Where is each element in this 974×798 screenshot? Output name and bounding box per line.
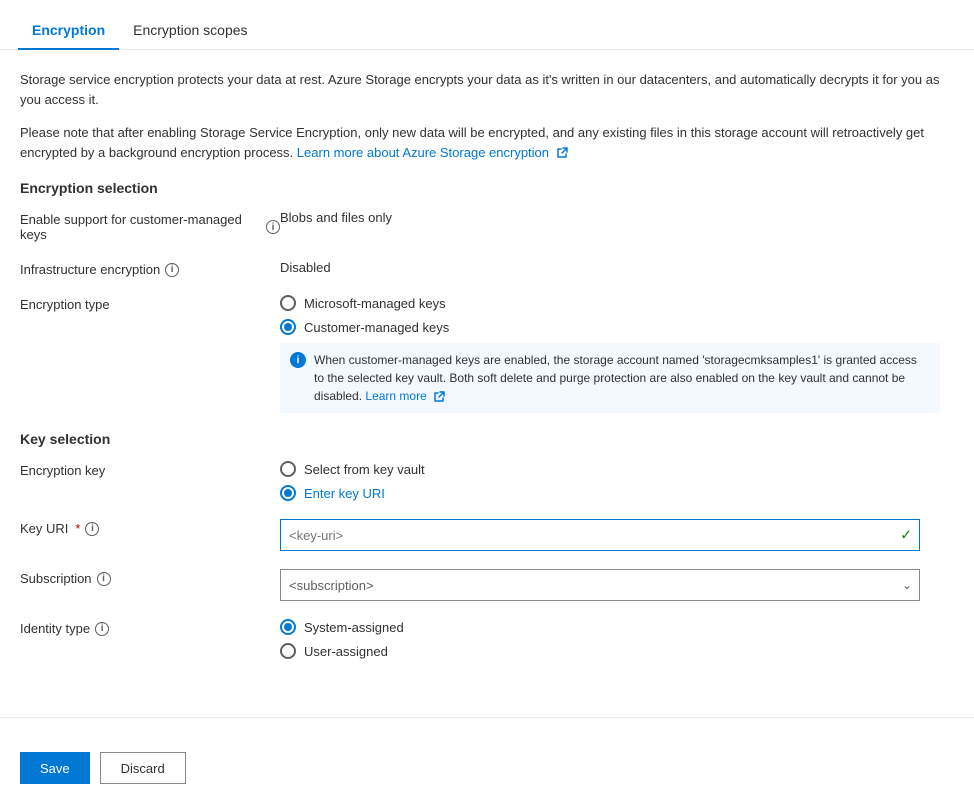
infrastructure-encryption-row: Infrastructure encryption i Disabled — [20, 260, 940, 277]
customer-managed-keys-option-label: Customer-managed keys — [304, 320, 449, 335]
key-uri-input-wrapper: ✓ — [280, 519, 920, 551]
enter-key-uri-option[interactable]: Enter key URI — [280, 485, 940, 501]
key-uri-required-star: * — [75, 521, 80, 536]
encryption-type-value: Microsoft-managed keys Customer-managed … — [280, 295, 940, 413]
description-line1: Storage service encryption protects your… — [20, 70, 940, 109]
action-divider — [0, 717, 974, 718]
select-from-key-vault-label: Select from key vault — [304, 462, 425, 477]
encryption-key-value: Select from key vault Enter key URI — [280, 461, 940, 501]
microsoft-managed-keys-option[interactable]: Microsoft-managed keys — [280, 295, 940, 311]
subscription-info-icon[interactable]: i — [97, 572, 111, 586]
identity-type-value: System-assigned User-assigned — [280, 619, 940, 659]
learn-more-link-text: Learn more — [365, 389, 426, 403]
customer-managed-keys-label: Enable support for customer-managed keys… — [20, 210, 280, 242]
description-line2: Please note that after enabling Storage … — [20, 123, 940, 162]
encryption-key-label: Encryption key — [20, 461, 280, 478]
customer-managed-keys-value: Blobs and files only — [280, 210, 940, 225]
subscription-select-wrapper: <subscription> ⌄ — [280, 569, 920, 601]
subscription-select[interactable]: <subscription> — [280, 569, 920, 601]
subscription-row: Subscription i <subscription> ⌄ — [20, 569, 940, 601]
user-assigned-label: User-assigned — [304, 644, 388, 659]
action-bar: Save Discard — [0, 738, 974, 798]
key-uri-value: ✓ — [280, 519, 940, 551]
tab-bar: Encryption Encryption scopes — [0, 0, 974, 50]
discard-button[interactable]: Discard — [100, 752, 186, 784]
customer-managed-keys-radio[interactable] — [280, 319, 296, 335]
customer-managed-keys-option[interactable]: Customer-managed keys — [280, 319, 940, 335]
encryption-type-row: Encryption type Microsoft-managed keys C… — [20, 295, 940, 413]
subscription-label: Subscription i — [20, 569, 280, 586]
key-uri-row: Key URI * i ✓ — [20, 519, 940, 551]
info-box-text: When customer-managed keys are enabled, … — [314, 351, 930, 405]
infrastructure-encryption-value: Disabled — [280, 260, 940, 275]
microsoft-managed-keys-label: Microsoft-managed keys — [304, 296, 446, 311]
key-uri-label: Key URI * i — [20, 519, 280, 536]
encryption-type-external-link-icon — [433, 391, 445, 403]
user-assigned-radio[interactable] — [280, 643, 296, 659]
system-assigned-option[interactable]: System-assigned — [280, 619, 940, 635]
main-content: Storage service encryption protects your… — [0, 50, 960, 697]
key-uri-input[interactable] — [280, 519, 920, 551]
key-selection-title: Key selection — [20, 431, 940, 447]
select-from-key-vault-radio[interactable] — [280, 461, 296, 477]
customer-managed-keys-row: Enable support for customer-managed keys… — [20, 210, 940, 242]
encryption-selection-title: Encryption selection — [20, 180, 940, 196]
encryption-key-row: Encryption key Select from key vault Ent… — [20, 461, 940, 501]
identity-type-radio-group: System-assigned User-assigned — [280, 619, 940, 659]
info-box-icon: i — [290, 352, 306, 368]
microsoft-managed-keys-radio[interactable] — [280, 295, 296, 311]
system-assigned-label: System-assigned — [304, 620, 404, 635]
enter-key-uri-label: Enter key URI — [304, 486, 385, 501]
key-uri-check-icon: ✓ — [900, 527, 912, 544]
tab-encryption-scopes[interactable]: Encryption scopes — [119, 14, 261, 50]
system-assigned-radio[interactable] — [280, 619, 296, 635]
encryption-type-learn-more-link[interactable]: Learn more — [365, 389, 445, 403]
select-from-key-vault-option[interactable]: Select from key vault — [280, 461, 940, 477]
encryption-key-radio-group: Select from key vault Enter key URI — [280, 461, 940, 501]
identity-type-row: Identity type i System-assigned User-ass… — [20, 619, 940, 659]
identity-type-label: Identity type i — [20, 619, 280, 636]
learn-more-link[interactable]: Learn more about Azure Storage encryptio… — [297, 145, 549, 160]
customer-managed-keys-info-icon[interactable]: i — [266, 220, 280, 234]
key-uri-info-icon[interactable]: i — [85, 522, 99, 536]
infrastructure-encryption-label: Infrastructure encryption i — [20, 260, 280, 277]
user-assigned-option[interactable]: User-assigned — [280, 643, 940, 659]
encryption-type-radio-group: Microsoft-managed keys Customer-managed … — [280, 295, 940, 335]
encryption-type-label: Encryption type — [20, 295, 280, 312]
save-button[interactable]: Save — [20, 752, 90, 784]
enter-key-uri-radio[interactable] — [280, 485, 296, 501]
identity-type-info-icon[interactable]: i — [95, 622, 109, 636]
infrastructure-encryption-info-icon[interactable]: i — [165, 263, 179, 277]
external-link-icon — [556, 147, 568, 159]
subscription-value: <subscription> ⌄ — [280, 569, 940, 601]
encryption-type-info-box: i When customer-managed keys are enabled… — [280, 343, 940, 413]
tab-encryption[interactable]: Encryption — [18, 14, 119, 50]
